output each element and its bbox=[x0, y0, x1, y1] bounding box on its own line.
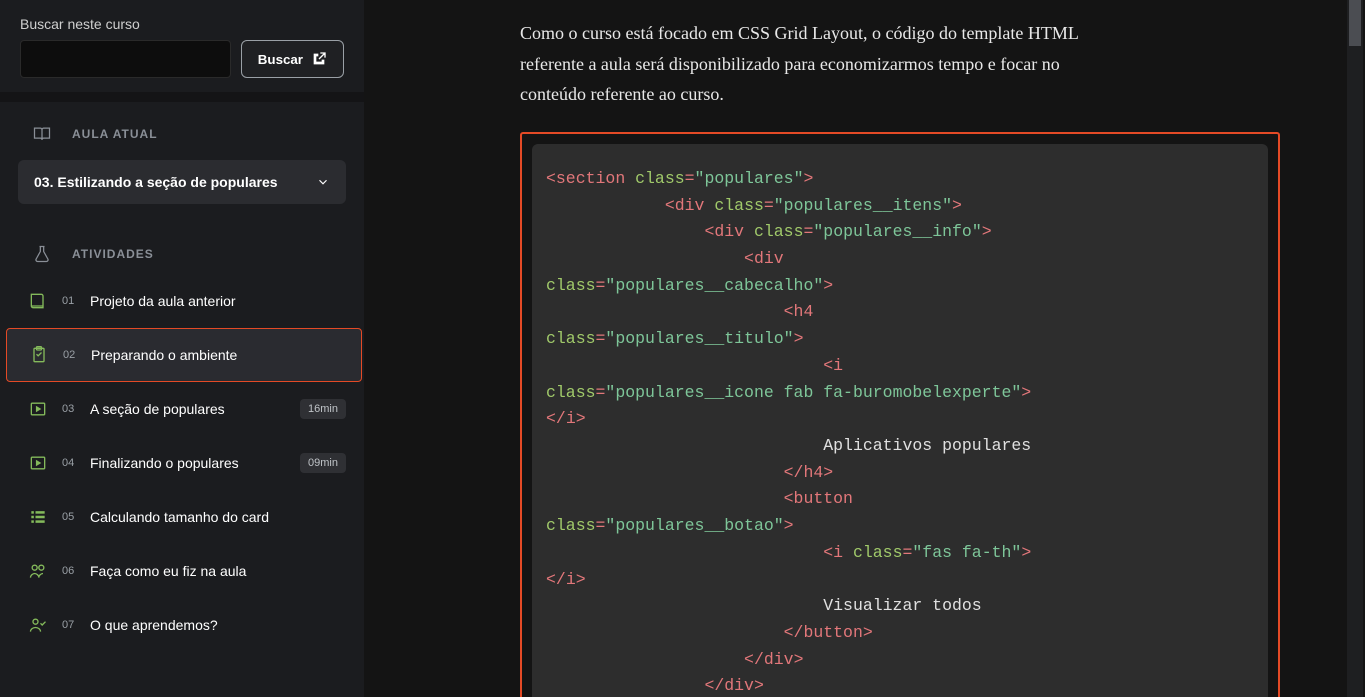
activity-title: Finalizando o populares bbox=[90, 455, 286, 471]
activity-title: O que aprendemos? bbox=[90, 617, 346, 633]
chevron-down-icon bbox=[316, 175, 330, 189]
video-icon bbox=[28, 453, 48, 473]
activity-duration: 16min bbox=[300, 399, 346, 419]
book-open-icon bbox=[32, 124, 52, 144]
activity-item[interactable]: 03 A seção de populares 16min bbox=[0, 382, 364, 436]
activity-title: Projeto da aula anterior bbox=[90, 293, 346, 309]
search-button[interactable]: Buscar bbox=[241, 40, 344, 78]
list-icon bbox=[28, 507, 48, 527]
activity-item[interactable]: 05 Calculando tamanho do card bbox=[0, 490, 364, 544]
section-current-lesson: AULA ATUAL bbox=[0, 102, 364, 154]
activity-item[interactable]: 06 Faça como eu fiz na aula bbox=[0, 544, 364, 598]
activity-title: Calculando tamanho do card bbox=[90, 509, 346, 525]
video-icon bbox=[28, 399, 48, 419]
clipboard-icon bbox=[29, 345, 49, 365]
lesson-dropdown[interactable]: 03. Estilizando a seção de populares bbox=[18, 160, 346, 204]
activity-item[interactable]: 02 Preparando o ambiente bbox=[6, 328, 362, 382]
sidebar: Buscar neste curso Buscar AULA ATUAL 03.… bbox=[0, 0, 364, 697]
section-activities-label: ATIVIDADES bbox=[72, 247, 154, 261]
activity-item[interactable]: 04 Finalizando o populares 09min bbox=[0, 436, 364, 490]
book-icon bbox=[28, 291, 48, 311]
search-input[interactable] bbox=[20, 40, 231, 78]
activity-item[interactable]: 01 Projeto da aula anterior bbox=[0, 274, 364, 328]
activity-number: 05 bbox=[62, 511, 76, 523]
search-block: Buscar neste curso Buscar bbox=[0, 0, 364, 92]
flask-icon bbox=[32, 244, 52, 264]
activities-list: 01 Projeto da aula anterior 02 Preparando o… bbox=[0, 274, 364, 652]
activity-item[interactable]: 07 O que aprendemos? bbox=[0, 598, 364, 652]
activity-number: 04 bbox=[62, 457, 76, 469]
activity-title: Preparando o ambiente bbox=[91, 347, 343, 363]
code-block: <section class="populares"> <div class="… bbox=[532, 144, 1268, 697]
activity-title: Faça como eu fiz na aula bbox=[90, 563, 346, 579]
content-area: Como o curso está focado em CSS Grid Lay… bbox=[364, 0, 1365, 697]
activity-title: A seção de populares bbox=[90, 401, 286, 417]
scrollbar-thumb[interactable] bbox=[1349, 0, 1361, 46]
search-button-label: Buscar bbox=[258, 52, 303, 67]
activity-number: 02 bbox=[63, 349, 77, 361]
activity-number: 01 bbox=[62, 295, 76, 307]
activity-number: 03 bbox=[62, 403, 76, 415]
code-highlight-box: <section class="populares"> <div class="… bbox=[520, 132, 1280, 697]
intro-paragraph: Como o curso está focado em CSS Grid Lay… bbox=[520, 18, 1090, 110]
activity-number: 07 bbox=[62, 619, 76, 631]
section-activities: ATIVIDADES bbox=[0, 222, 364, 274]
lesson-dropdown-label: 03. Estilizando a seção de populares bbox=[34, 174, 278, 190]
search-label: Buscar neste curso bbox=[20, 16, 344, 32]
people-icon bbox=[28, 561, 48, 581]
activity-number: 06 bbox=[62, 565, 76, 577]
external-link-icon bbox=[311, 51, 327, 67]
section-current-lesson-label: AULA ATUAL bbox=[72, 127, 158, 141]
activity-duration: 09min bbox=[300, 453, 346, 473]
scrollbar-track[interactable] bbox=[1347, 0, 1363, 697]
person-check-icon bbox=[28, 615, 48, 635]
